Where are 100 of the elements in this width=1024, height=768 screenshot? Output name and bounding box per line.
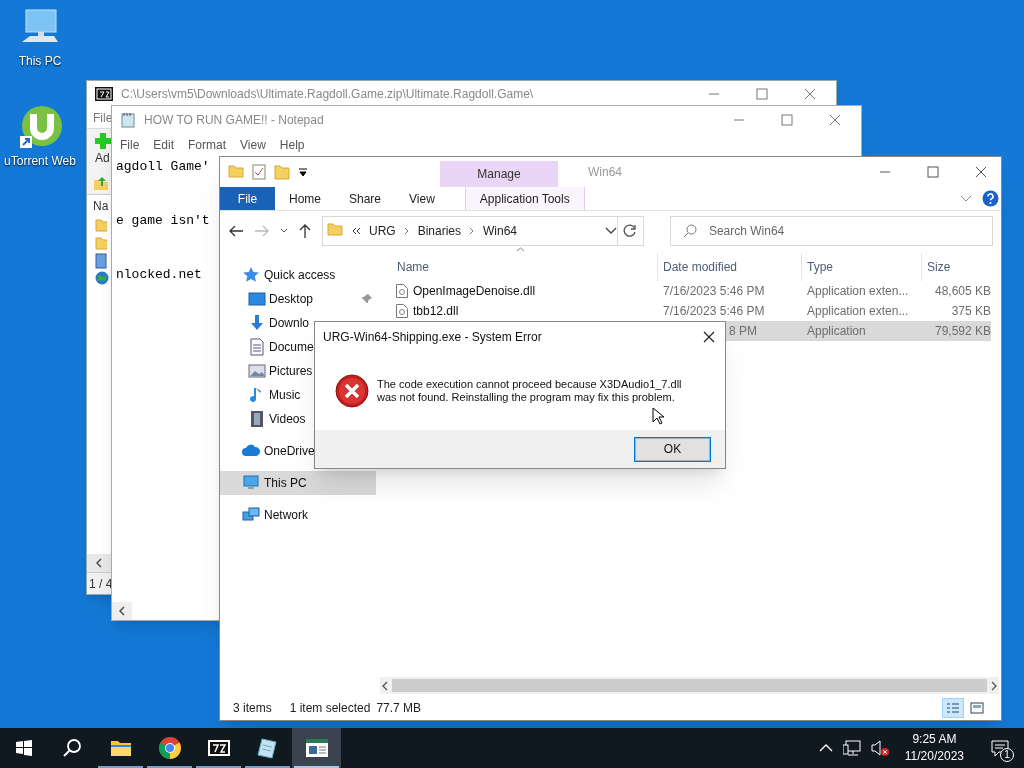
star-icon	[242, 266, 260, 284]
dll-file-icon	[396, 284, 408, 298]
address-bar[interactable]: URG Binaries Win64	[322, 216, 618, 246]
column-header[interactable]: Name	[396, 253, 657, 281]
chevron-down-icon[interactable]	[604, 227, 617, 235]
folder-icon	[95, 235, 107, 251]
browser-icon	[157, 736, 182, 760]
ribbon-tab[interactable]: Share	[335, 187, 396, 210]
chevron-left-icon[interactable]	[380, 680, 390, 691]
status-text: 77.7 MB	[376, 700, 422, 717]
dropdown-icon[interactable]	[298, 167, 308, 177]
nav-item[interactable]: This PC	[220, 471, 376, 495]
windows-logo-icon	[16, 740, 32, 756]
folder-icon	[228, 163, 244, 181]
desktop-icon-label: This PC	[18, 53, 62, 70]
app-window-icon	[304, 736, 329, 760]
scrollbar-thumb[interactable]	[392, 679, 987, 692]
close-icon[interactable]	[703, 331, 715, 343]
file-row[interactable]: OpenImageDenoise.dll 7/16/2023 5:46 PM Application exten... 48,605 KB	[380, 281, 991, 301]
chevron-up-icon[interactable]	[818, 743, 833, 753]
status-text: 3 items	[233, 700, 272, 717]
column-header[interactable]: Type	[801, 253, 921, 281]
picture-icon	[248, 362, 266, 380]
double-chevron-icon	[351, 227, 361, 235]
tiles-view-icon	[970, 702, 984, 714]
menu-item[interactable]: Help	[279, 136, 305, 154]
chevron-right-icon	[403, 227, 410, 235]
close-icon[interactable]	[975, 166, 987, 178]
properties-icon[interactable]	[252, 164, 266, 180]
nav-item[interactable]: Desktop	[220, 287, 376, 311]
film-icon	[248, 410, 266, 428]
help-icon[interactable]	[982, 190, 999, 207]
maximize-icon[interactable]	[781, 114, 793, 126]
file-type: Application exten...	[806, 283, 910, 300]
chevron-left-icon	[95, 558, 103, 568]
details-view-icon	[946, 702, 960, 714]
document-icon	[95, 253, 107, 269]
window-title: C:\Users\vm5\Downloads\Ultimate.Ragdoll.Game.zip\Ultimate.Ragdoll.Game\	[121, 86, 534, 103]
chevron-right-icon[interactable]	[989, 680, 999, 691]
archive-app-icon	[95, 87, 113, 101]
column-header[interactable]: Date modified	[657, 253, 801, 281]
menu-item[interactable]: Format	[188, 136, 227, 154]
refresh-button[interactable]	[617, 216, 644, 246]
nav-item[interactable]: Network	[220, 503, 376, 527]
search-field[interactable]: Search Win64	[669, 216, 993, 246]
ok-button[interactable]: OK	[635, 437, 710, 461]
mouse-pointer-icon	[652, 407, 664, 425]
computer-icon	[242, 474, 260, 492]
file-size: 375 KB	[950, 303, 991, 320]
ribbon-tab[interactable]: View	[395, 187, 449, 210]
nav-item[interactable]: Quick access	[220, 263, 376, 287]
clock[interactable]: 9:25 AM 11/20/2023	[898, 731, 970, 765]
ribbon-tab[interactable]: File	[220, 187, 275, 210]
notepad-icon	[120, 112, 136, 128]
breadcrumb-item[interactable]: Binaries	[417, 222, 462, 240]
menu-item[interactable]: File	[93, 108, 113, 127]
menu-item[interactable]: Edit	[153, 136, 175, 154]
file-type: Application exten...	[806, 303, 910, 320]
notepad-icon	[255, 736, 280, 760]
ribbon-tab[interactable]: Home	[275, 187, 335, 210]
refresh-icon	[623, 224, 638, 238]
status-text: 1 item selected	[289, 700, 371, 717]
file-type: Application	[806, 323, 867, 340]
up-arrow-icon[interactable]	[298, 223, 312, 239]
desktop-icon[interactable]: This PC	[2, 8, 78, 70]
search-input[interactable]: Search Win64	[708, 222, 969, 240]
notification-count: 1	[1000, 748, 1014, 762]
desktop-icon-label: uTorrent Web	[4, 153, 76, 170]
menu-item[interactable]: View	[240, 136, 266, 154]
menu-item[interactable]: File	[120, 136, 140, 154]
horizontal-scrollbar[interactable]	[380, 677, 999, 694]
back-arrow-icon[interactable]	[228, 224, 244, 238]
network-icon[interactable]	[842, 740, 861, 756]
search-icon	[682, 224, 697, 238]
notification-button[interactable]: 1	[980, 728, 1020, 768]
ribbon-tab[interactable]: Application Tools	[464, 187, 585, 210]
file-row[interactable]: tbb12.dll 7/16/2023 5:46 PM Application exten... 375 KB	[380, 301, 991, 321]
up-folder-icon[interactable]	[93, 174, 109, 191]
text-line: e game isn't	[116, 212, 210, 230]
file-size: 79,592 KB	[933, 323, 991, 340]
speaker-muted-icon[interactable]	[870, 740, 889, 756]
document-icon	[248, 338, 266, 356]
desktop-icon[interactable]: uTorrent Web	[2, 104, 78, 170]
taskbar-app-button[interactable]	[292, 728, 341, 768]
column-header[interactable]: Size	[921, 253, 991, 281]
maximize-icon[interactable]	[927, 166, 939, 178]
chat-bubble-icon	[991, 739, 1009, 757]
network-icon	[242, 506, 260, 524]
toolbar-button[interactable]: Ad	[95, 149, 110, 167]
breadcrumb-item[interactable]: URG	[369, 222, 396, 240]
maximize-icon[interactable]	[756, 88, 768, 100]
text-line: nlocked.net	[116, 266, 202, 284]
chevron-down-icon[interactable]	[280, 228, 288, 234]
file-name: OpenImageDenoise.dll	[413, 283, 536, 300]
file-name: tbb12.dll	[413, 303, 459, 320]
breadcrumb-item[interactable]: Win64	[483, 222, 518, 240]
scroll-left-button[interactable]	[112, 602, 132, 620]
folder-icon	[95, 217, 107, 233]
file-size: 48,605 KB	[933, 283, 991, 300]
column-header[interactable]: Na	[93, 197, 109, 215]
